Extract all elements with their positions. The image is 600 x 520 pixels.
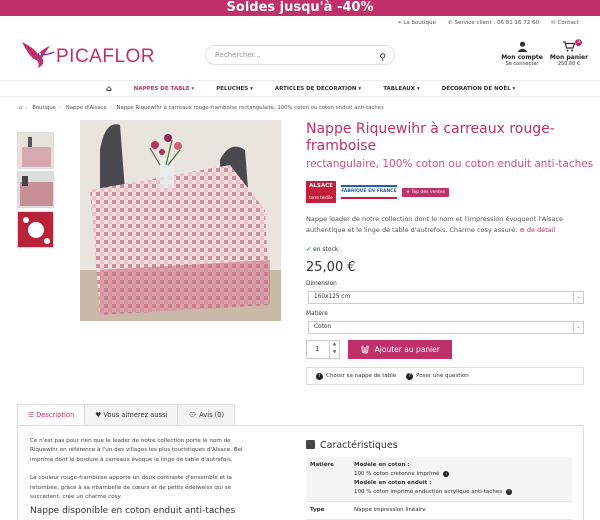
choose-tablecloth-link[interactable]: i Choisir sa nappe de table [316, 372, 396, 380]
product-title: Nappe Riquewihr à carreaux rouge-framboi… [306, 121, 555, 154]
more-details-link[interactable]: ⊕ de détail [519, 226, 555, 234]
tablecloth-thumbnail-image [18, 133, 53, 168]
comment-icon: 💬︎ [188, 411, 200, 419]
characteristics-title: Caractéristiques [306, 440, 398, 451]
home-icon[interactable]: ⌂ [19, 105, 22, 111]
dimension-select[interactable]: 160x125 cm ⌄ [308, 291, 584, 304]
ask-question-link[interactable]: ? Poser une question [406, 372, 469, 380]
tab-reviews[interactable]: 💬︎ Avis (0) [177, 404, 236, 425]
clipboard-icon [306, 440, 315, 449]
add-to-cart-button[interactable]: 🧺︎ Ajouter au panier [348, 340, 452, 359]
logo-wordmark: PICAFLOR [56, 46, 156, 67]
cart-count-badge: 3 [575, 39, 582, 46]
info-icon[interactable]: i [506, 489, 513, 495]
tablecloth-thumbnail-image [18, 172, 53, 207]
chevron-down-icon: ⌄ [573, 292, 583, 303]
description-paragraph: Ce n'est pas pour rien que le leader de … [30, 438, 243, 463]
nav-item-nappes[interactable]: NAPPES DE TABLE ▾ [123, 86, 206, 92]
characteristics-table: Matière Modèle en coton : 100 % coton cr… [306, 457, 572, 520]
search-input[interactable]: Rechercher... ⚲ [205, 45, 395, 65]
description-heading: Nappe disponible en coton enduit anti-ta… [30, 506, 236, 516]
material-select[interactable]: Coton ⌄ [308, 321, 584, 334]
chevron-down-icon: ⌄ [573, 322, 583, 333]
promo-banner[interactable]: Soldes jusqu'à -40% [0, 0, 600, 16]
tablecloth-pattern-thumbnail-image [18, 212, 53, 247]
nav-item-noel[interactable]: DÉCORATION DE NOËL ▾ [431, 86, 527, 92]
thumbnail-1[interactable] [17, 132, 54, 169]
location-icon: ⌖ [398, 20, 402, 26]
check-icon: ✔ [306, 246, 312, 253]
cart-link[interactable]: 3 Mon panier 250,60 € [548, 39, 590, 67]
product-main-image[interactable] [80, 120, 281, 321]
info-icon[interactable]: i [443, 471, 450, 477]
nav-item-decoration[interactable]: ARTICLES DE DÉCORATION ▾ [264, 86, 372, 92]
product-short-description: Nappe leader de notre collection dont le… [306, 215, 564, 234]
mail-icon: ✉ [550, 20, 556, 26]
quantity-stepper[interactable]: 1 ▲ ▼ [306, 340, 340, 359]
product-subtitle: rectangulaire, 100% coton ou coton endui… [306, 158, 594, 170]
tablecloth-photo [80, 120, 281, 321]
product-tabs: ☰ Description ♥ Vous aimerez aussi 💬︎ Av… [17, 404, 236, 426]
breadcrumb: ⌂ › Boutique › Nappe d'Alsace › Nappe Rique… [19, 105, 384, 111]
thumbnail-3[interactable] [17, 211, 54, 248]
account-link[interactable]: Mon compte Se connecter [497, 41, 547, 67]
dimension-label: Dimension [306, 281, 337, 287]
tab-related[interactable]: ♥ Vous aimerez aussi [84, 404, 179, 425]
main-nav: ⌂ NAPPES DE TABLE ▾ PELUCHES ▾ ARTICLES … [0, 80, 600, 97]
tab-description[interactable]: ☰ Description [17, 404, 86, 426]
basket-icon: 🧺︎ [360, 345, 370, 354]
nav-item-peluches[interactable]: PELUCHES ▾ [205, 86, 264, 92]
nav-item-tableaux[interactable]: TABLEAUX ▾ [372, 86, 431, 92]
cart-icon [563, 41, 576, 52]
user-icon [516, 41, 528, 52]
phone-icon: ✆ [447, 20, 453, 26]
stock-status: ✔ en stock [306, 246, 339, 253]
top-links: ⌖ La boutique ✆ Service client : 06 81 16 … [398, 20, 579, 27]
thumbnail-2[interactable] [17, 171, 54, 208]
description-text: Ce n'est pas pour rien que le leader de … [30, 437, 250, 511]
breadcrumb-current: Nappe Riquewihr à carreaux rouge-framboi… [116, 105, 384, 111]
breadcrumb-item[interactable]: Nappe d'Alsace [66, 105, 107, 111]
service-link[interactable]: ✆ Service client : 06 81 16 72 60 [448, 20, 539, 27]
description-paragraph: La couleur rouge-framboise apporte un do… [30, 475, 232, 501]
breadcrumb-item[interactable]: Boutique [32, 105, 56, 111]
top-sales-badge: ★ Top des ventes [402, 187, 450, 197]
site-logo[interactable]: PICAFLOR [16, 34, 155, 76]
info-icon: i [316, 372, 323, 380]
search-icon[interactable]: ⚲ [379, 49, 386, 67]
shop-link[interactable]: ⌖ La boutique [398, 20, 436, 27]
hummingbird-logo-icon [22, 42, 55, 68]
material-label: Matière [306, 311, 328, 317]
alsace-label-logo: ALSACE terre textile [306, 181, 336, 203]
list-icon: ☰ [28, 411, 37, 419]
product-labels: ALSACE terre textile FABRIQUÉ EN FRANCE ★… [306, 181, 450, 203]
made-in-france-logo: FABRIQUÉ EN FRANCE [341, 185, 397, 199]
table-row: Matière Modèle en coton : 100 % coton cr… [306, 457, 572, 502]
stepper-arrows-icon[interactable]: ▲ ▼ [329, 341, 339, 358]
table-row: Type Nappe impression linéaire [306, 502, 572, 520]
question-icon: ? [406, 372, 414, 380]
product-price: 25,00 € [306, 260, 356, 275]
home-icon[interactable]: ⌂ [0, 84, 123, 93]
contact-link[interactable]: ✉ Contact [551, 20, 579, 27]
help-bar: i Choisir sa nappe de table ? Poser une qu… [306, 367, 584, 385]
